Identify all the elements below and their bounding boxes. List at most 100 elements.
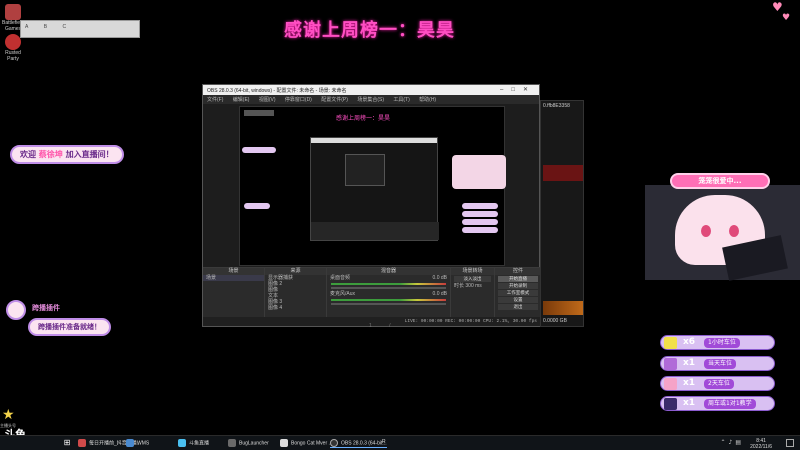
desktop-icon-rusted[interactable]: Rusted Party — [2, 34, 24, 62]
taskbar-item[interactable]: BugLauncher — [228, 439, 269, 447]
plugin-avatar — [6, 300, 26, 320]
start-streaming-button[interactable]: 开始直播 — [498, 276, 538, 282]
app-icon — [78, 439, 86, 447]
audio-meter — [331, 299, 446, 301]
scene-item[interactable]: 场景 — [203, 275, 264, 281]
preview-nested-window — [310, 137, 439, 241]
plugin-status: 跨播插件准备就绪！ — [28, 318, 111, 336]
system-tray-icons[interactable]: ⌃♪▤ — [720, 439, 744, 446]
taskbar-item[interactable]: Bongo Cat Mver ... — [280, 439, 333, 447]
taskbar-item-label: Bongo Cat Mver ... — [291, 440, 333, 447]
welcome-banner: 欢迎 蔡徐坤 加入直播间！ — [10, 145, 124, 164]
background-window-footer: 0.0000 GB — [543, 318, 567, 324]
transition-select[interactable]: 淡入淡出 — [454, 276, 491, 282]
start-recording-button[interactable]: 开始录制 — [498, 283, 538, 289]
obs-menubar: 文件(F) 编辑(E) 视图(V) 停靠窗口(D) 配置文件(P) 场景集合(S… — [203, 95, 539, 104]
obs-window-title: OBS 28.0.3 (64-bit, windows) - 配置文件: 未命名… — [207, 88, 347, 94]
transitions-header: 场景转场 — [451, 268, 494, 275]
heart-icon: ♥ — [782, 13, 791, 23]
transition-duration: 时长 300 ms — [451, 283, 494, 289]
fleet-icon — [664, 398, 677, 410]
exit-button[interactable]: 退出 — [498, 304, 538, 310]
taskbar: ⊞ 每日开播前_抖音直播... WMS 斗鱼直播 BugLauncher Bon… — [0, 435, 800, 450]
taskbar-item-label: 斗鱼直播 — [189, 440, 210, 447]
fleet-count: x6 — [683, 337, 696, 347]
app-icon — [126, 439, 134, 447]
menu-tools[interactable]: 工具(T) — [393, 97, 409, 103]
track-name: 桌面音频 — [330, 275, 351, 281]
game-icon — [5, 4, 21, 20]
notification-icon[interactable] — [786, 439, 794, 447]
desktop-icon-label: Rusted Party — [5, 50, 21, 62]
taskbar-item[interactable]: WMS — [126, 439, 149, 447]
audio-meter — [331, 283, 446, 285]
track-level: 0.0 dB — [432, 291, 447, 297]
preview-fleet-2 — [462, 211, 498, 217]
waiting-label: 笼笼很爱中... — [670, 173, 770, 189]
taskbar-item-label: R — [382, 439, 386, 445]
fleet-count: x1 — [683, 378, 696, 388]
obs-titlebar[interactable]: OBS 28.0.3 (64-bit, windows) - 配置文件: 未命名… — [203, 85, 539, 95]
track-name: 麦克风/Aux — [330, 291, 356, 297]
page-number[interactable]: 1 — [369, 323, 372, 329]
transitions-dock: 场景转场 淡入淡出 时长 300 ms — [451, 268, 495, 319]
menu-view[interactable]: 视图(V) — [259, 97, 276, 103]
fleet-item: x1 当天车位 — [660, 356, 775, 371]
page-indicator: 1 / — [369, 323, 407, 329]
fleet-label: 2天车位 — [704, 379, 734, 389]
welcome-suffix: 加入直播间！ — [65, 150, 114, 159]
sources-header: 来源 — [265, 268, 326, 275]
fleet-icon — [664, 378, 677, 390]
menu-file[interactable]: 文件(F) — [207, 97, 223, 103]
heart-icon: ♥ — [772, 0, 783, 14]
character-panel — [645, 185, 800, 281]
plugin-title: 跨播插件 — [32, 304, 60, 312]
preview-fragment — [543, 301, 583, 315]
menu-docks[interactable]: 停靠窗口(D) — [285, 97, 312, 103]
fleet-icon — [664, 358, 677, 370]
app-icon — [228, 439, 236, 447]
source-item[interactable]: 图像 4 — [265, 305, 326, 311]
menu-scene-collection[interactable]: 场景集合(S) — [357, 97, 384, 103]
fleet-item: x1 周车或1对1教学 — [660, 396, 775, 411]
track-level: 0.0 dB — [432, 275, 447, 281]
window-controls[interactable]: –□✕ — [500, 86, 536, 93]
page-separator: / — [389, 323, 391, 329]
taskbar-item[interactable]: R — [382, 439, 386, 445]
obs-window[interactable]: OBS 28.0.3 (64-bit, windows) - 配置文件: 未命名… — [202, 84, 541, 327]
sources-dock: 来源 显示器捕获 图像 2 图像 文本 图像 3 图像 4 — [265, 268, 327, 319]
obs-docks: 场景 场景 来源 显示器捕获 图像 2 图像 文本 图像 3 图像 4 混音器 … — [203, 267, 541, 319]
taskbar-item-label: WMS — [137, 440, 150, 447]
taskbar-clock[interactable]: 8:41 2022/11/6 — [750, 438, 772, 450]
character-eye — [701, 225, 711, 237]
controls-header: 控件 — [495, 268, 541, 275]
banner-title: 感谢上周榜一：昊昊 — [284, 20, 455, 41]
settings-button[interactable]: 设置 — [498, 297, 538, 303]
menu-profile[interactable]: 配置文件(P) — [321, 97, 348, 103]
app-icon — [178, 439, 186, 447]
start-icon[interactable]: ⊞ — [60, 438, 74, 449]
game-icon — [5, 34, 21, 50]
obs-background-window[interactable]: 0.ffb8E3358 0.0000 GB — [540, 100, 584, 327]
duration-value[interactable]: 300 ms — [465, 283, 481, 289]
audio-slider[interactable] — [331, 287, 446, 289]
menu-help[interactable]: 帮助(H) — [419, 97, 436, 103]
welcome-prefix: 欢迎 — [20, 150, 36, 159]
menu-edit[interactable]: 编辑(E) — [233, 97, 250, 103]
preview-character — [452, 155, 506, 189]
audio-slider[interactable] — [331, 303, 446, 305]
strip-item[interactable]: B — [44, 24, 47, 30]
fleet-item: x6 1小时车位 — [660, 335, 775, 350]
strip-item[interactable]: C — [62, 24, 66, 30]
strip-item[interactable]: A — [25, 24, 28, 30]
fleet-count: x1 — [683, 398, 696, 408]
nested-docks — [311, 222, 439, 240]
preview-plugin-pill — [244, 203, 270, 209]
fleet-count: x1 — [683, 358, 696, 368]
mixer-track-name: 桌面音频 0.0 dB — [327, 275, 450, 281]
obs-preview-canvas[interactable]: 感谢上周榜一：昊昊 — [239, 106, 506, 266]
studio-mode-button[interactable]: 工作室模式 — [498, 290, 538, 296]
preview-fleet-3 — [462, 219, 498, 225]
taskbar-item-obs[interactable]: OBS 28.0.3 (64-bit... — [330, 439, 387, 448]
taskbar-item[interactable]: 斗鱼直播 — [178, 439, 209, 447]
